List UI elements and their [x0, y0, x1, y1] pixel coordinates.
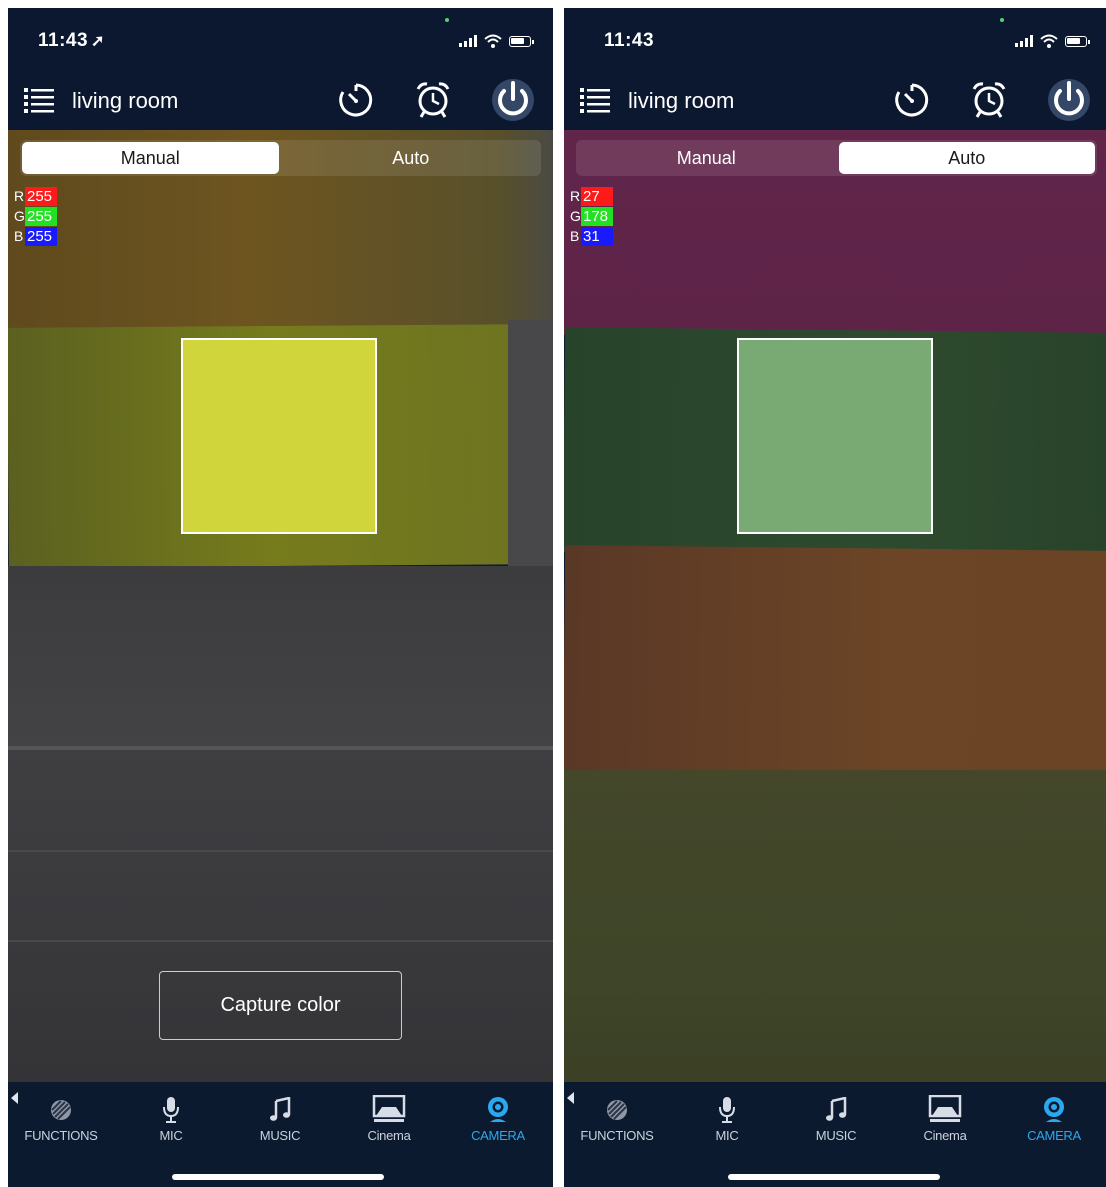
color-sample-box[interactable] [737, 338, 933, 534]
g-label: G [14, 208, 25, 224]
color-sample-box[interactable] [181, 338, 377, 534]
g-label: G [570, 208, 581, 224]
home-indicator[interactable] [172, 1174, 384, 1180]
music-note-icon [270, 1097, 291, 1121]
camera-preview[interactable]: Manual Auto R 255 G 255 B 255 Capture color [8, 130, 553, 1082]
rgb-readout: R 27 G 178 B 31 [570, 186, 613, 246]
tab-label: Cinema [367, 1128, 411, 1143]
webcam-icon [1044, 1097, 1064, 1122]
tab-auto[interactable]: Auto [838, 142, 1095, 174]
alarm-clock-icon[interactable] [413, 80, 453, 120]
r-label: R [570, 188, 581, 204]
power-icon[interactable] [1046, 77, 1092, 123]
phone-screen-left: 11:43 ➚ living room Manual Auto R 255 G … [8, 8, 553, 1187]
camera-stripe [564, 770, 1106, 1082]
tab-camera[interactable]: CAMERA [448, 1094, 548, 1143]
mode-segmented-control: Manual Auto [20, 140, 541, 176]
tab-label: CAMERA [471, 1128, 525, 1143]
divider [553, 0, 564, 1187]
privacy-indicator-dot [445, 18, 449, 22]
camera-preview[interactable]: Manual Auto R 27 G 178 B 31 [564, 130, 1106, 1082]
menu-list-icon[interactable] [24, 86, 54, 114]
camera-stripe [8, 850, 553, 852]
camera-stripe [8, 940, 553, 942]
microphone-icon [163, 1097, 179, 1123]
g-value: 178 [581, 206, 613, 226]
app-header: living room [564, 70, 1106, 130]
wifi-icon [1040, 34, 1058, 48]
cinema-screen-icon [372, 1095, 406, 1122]
app-header: living room [8, 70, 553, 130]
status-bar: 11:43 ➚ [8, 8, 553, 70]
tab-functions[interactable]: FUNCTIONS [11, 1094, 111, 1143]
functions-icon [51, 1100, 71, 1120]
microphone-icon [719, 1097, 735, 1123]
mode-segmented-control: Manual Auto [576, 140, 1097, 176]
timer-icon[interactable] [336, 80, 376, 120]
wifi-icon [484, 34, 502, 48]
home-indicator[interactable] [728, 1174, 940, 1180]
alarm-clock-icon[interactable] [969, 80, 1009, 120]
cinema-screen-icon [928, 1095, 962, 1122]
tab-music[interactable]: MUSIC [786, 1094, 886, 1143]
camera-stripe [564, 545, 1106, 781]
room-title[interactable]: living room [72, 88, 178, 114]
b-value: 31 [581, 226, 613, 246]
battery-icon [509, 35, 534, 47]
tab-manual[interactable]: Manual [22, 142, 279, 174]
tab-music[interactable]: MUSIC [230, 1094, 330, 1143]
bottom-tab-bar: FUNCTIONS MIC MUSIC Cinema CAMERA [564, 1082, 1106, 1187]
tab-label: FUNCTIONS [24, 1128, 98, 1143]
tab-label: MIC [715, 1128, 739, 1143]
r-value: 255 [25, 186, 57, 206]
g-value: 255 [25, 206, 57, 226]
r-label: R [14, 188, 25, 204]
tab-label: FUNCTIONS [580, 1128, 654, 1143]
webcam-icon [488, 1097, 508, 1122]
tab-mic[interactable]: MIC [677, 1094, 777, 1143]
tab-cinema[interactable]: Cinema [339, 1094, 439, 1143]
music-note-icon [826, 1097, 847, 1121]
tab-label: MUSIC [815, 1128, 857, 1143]
tab-mic[interactable]: MIC [121, 1094, 221, 1143]
cellular-signal-icon [1015, 35, 1033, 47]
status-time: 11:43 [604, 30, 655, 51]
tab-manual[interactable]: Manual [578, 142, 835, 174]
status-time: 11:43 ➚ [38, 30, 105, 52]
phone-screen-right: 11:43 living room Manual Auto R 27 G 178… [564, 8, 1106, 1187]
tab-label: MUSIC [259, 1128, 301, 1143]
camera-stripe [508, 320, 553, 580]
power-icon[interactable] [490, 77, 536, 123]
tab-label: Cinema [923, 1128, 967, 1143]
privacy-indicator-dot [1000, 18, 1004, 22]
r-value: 27 [581, 186, 613, 206]
b-label: B [570, 228, 580, 244]
capture-color-button[interactable]: Capture color [159, 971, 402, 1040]
tab-label: CAMERA [1027, 1128, 1081, 1143]
time-text: 11:43 [38, 30, 89, 51]
rgb-readout: R 255 G 255 B 255 [14, 186, 57, 246]
tab-camera[interactable]: CAMERA [1004, 1094, 1104, 1143]
b-value: 255 [25, 226, 57, 246]
functions-icon [607, 1100, 627, 1120]
status-bar: 11:43 [564, 8, 1106, 70]
camera-stripe [8, 566, 553, 746]
b-label: B [14, 228, 24, 244]
room-title[interactable]: living room [628, 88, 734, 114]
tab-cinema[interactable]: Cinema [895, 1094, 995, 1143]
timer-icon[interactable] [892, 80, 932, 120]
menu-list-icon[interactable] [580, 86, 610, 114]
tab-label: MIC [159, 1128, 183, 1143]
tab-auto[interactable]: Auto [283, 142, 540, 174]
bottom-tab-bar: FUNCTIONS MIC MUSIC Cinema CAMERA [8, 1082, 553, 1187]
tab-functions[interactable]: FUNCTIONS [567, 1094, 667, 1143]
cellular-signal-icon [459, 35, 477, 47]
battery-icon [1065, 35, 1090, 47]
location-arrow-icon: ➚ [91, 33, 105, 50]
